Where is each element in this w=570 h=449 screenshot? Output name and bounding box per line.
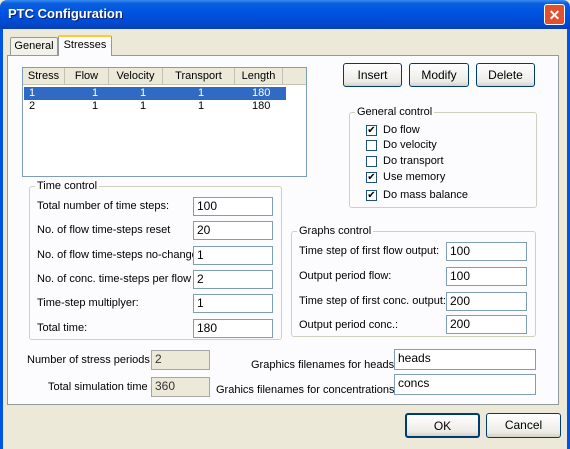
table-row[interactable]: 2 1 1 1 180 (24, 100, 286, 113)
flow-no-change-input[interactable]: 1 (193, 246, 273, 265)
first-flow-output-input[interactable]: 100 (446, 242, 527, 261)
use-memory-label: Use memory (383, 171, 446, 183)
total-time-steps-input[interactable]: 100 (193, 197, 273, 216)
do-flow-label: Do flow (383, 124, 420, 136)
first-flow-output-label: Time step of first flow output: (299, 245, 440, 257)
do-velocity-checkbox[interactable] (366, 140, 377, 151)
conc-filename-input[interactable]: concs (394, 374, 536, 395)
total-time-steps-label: Total number of time steps: (37, 200, 170, 212)
tab-stresses[interactable]: Stresses (58, 35, 112, 56)
ok-button[interactable]: OK (405, 413, 480, 438)
flow-reset-input[interactable]: 20 (193, 221, 273, 240)
output-period-conc-label: Output period conc.: (299, 319, 399, 331)
stress-periods-value: 2 (151, 350, 210, 370)
window-frame-left (0, 29, 3, 449)
stress-periods-label: Number of stress periods (27, 354, 150, 366)
heads-filename-input[interactable]: heads (394, 349, 536, 370)
cell-velocity: 1 (140, 87, 147, 99)
column-header-velocity[interactable]: Velocity (109, 68, 163, 85)
cell-transport: 1 (198, 100, 205, 112)
column-header-filler (283, 68, 306, 85)
column-header-length[interactable]: Length (235, 68, 283, 85)
output-period-flow-input[interactable]: 100 (446, 267, 527, 286)
cell-velocity: 1 (140, 100, 147, 112)
conc-filename-label: Grahics filenames for concentrations: (216, 384, 398, 396)
do-mass-balance-label: Do mass balance (383, 189, 468, 201)
insert-button[interactable]: Insert (343, 63, 402, 87)
general-control-title: General control (355, 106, 435, 118)
cell-length: 180 (252, 87, 271, 99)
conc-per-flow-label: No. of conc. time-steps per flow (37, 273, 192, 285)
first-conc-output-label: Time step of first conc. output: (299, 295, 446, 307)
time-control-title: Time control (35, 180, 100, 192)
do-flow-checkbox[interactable]: ✔ (366, 125, 377, 136)
do-transport-checkbox[interactable] (366, 156, 377, 167)
multiplyer-input[interactable]: 1 (193, 294, 273, 313)
checkmark-icon: ✔ (367, 190, 376, 201)
total-simulation-time-value: 360 (151, 377, 210, 397)
multiplyer-label: Time-step multiplyer: (37, 297, 139, 309)
flow-no-change-label: No. of flow time-steps no-change (37, 249, 198, 261)
cell-stress: 2 (29, 100, 36, 112)
delete-button[interactable]: Delete (476, 63, 535, 87)
window-title: PTC Configuration (8, 6, 123, 21)
cell-stress: 1 (29, 87, 36, 99)
do-mass-balance-checkbox[interactable]: ✔ (366, 190, 377, 201)
first-conc-output-input[interactable]: 200 (446, 292, 527, 311)
modify-button[interactable]: Modify (409, 63, 469, 87)
graphs-control-title: Graphs control (297, 225, 374, 237)
output-period-conc-input[interactable]: 200 (446, 315, 527, 334)
checkmark-icon: ✔ (367, 172, 376, 183)
conc-per-flow-input[interactable]: 2 (193, 270, 273, 289)
output-period-flow-label: Output period flow: (299, 270, 392, 282)
checkmark-icon: ✔ (367, 125, 376, 136)
tab-general[interactable]: General (10, 37, 58, 55)
heads-filename-label: Graphics filenames for heads: (251, 359, 398, 371)
column-header-flow[interactable]: Flow (65, 68, 109, 85)
do-velocity-label: Do velocity (383, 139, 437, 151)
cell-transport: 1 (198, 87, 205, 99)
column-header-transport[interactable]: Transport (163, 68, 235, 85)
cell-flow: 1 (92, 100, 99, 112)
use-memory-checkbox[interactable]: ✔ (366, 172, 377, 183)
close-icon: ✕ (548, 7, 561, 23)
total-time-input[interactable]: 180 (193, 319, 273, 338)
total-simulation-time-label: Total simulation time (48, 381, 148, 393)
cancel-button[interactable]: Cancel (486, 413, 561, 438)
cell-flow: 1 (92, 87, 99, 99)
table-row[interactable]: 1 1 1 1 180 (24, 87, 286, 100)
total-time-label: Total time: (37, 322, 88, 334)
stress-table[interactable]: Stress Flow Velocity Transport Length 1 … (22, 67, 307, 177)
column-header-stress[interactable]: Stress (23, 68, 65, 85)
cell-length: 180 (252, 100, 271, 112)
close-button[interactable]: ✕ (544, 4, 565, 25)
flow-reset-label: No. of flow time-steps reset (37, 224, 171, 236)
do-transport-label: Do transport (383, 155, 444, 167)
